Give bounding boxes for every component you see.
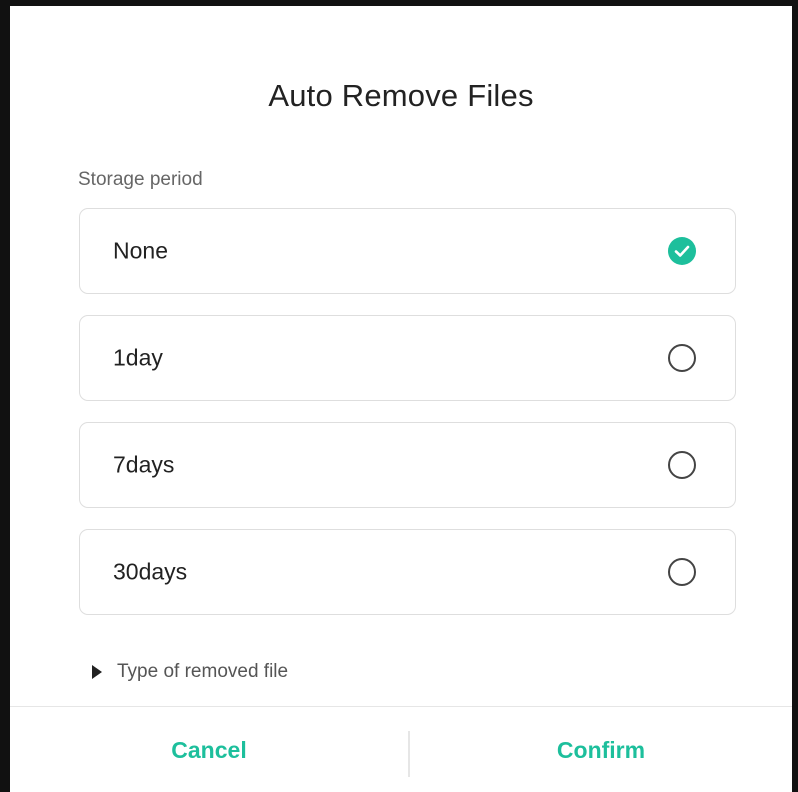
radio-unchecked-icon xyxy=(668,344,696,372)
radio-unchecked-icon xyxy=(668,451,696,479)
cancel-button[interactable]: Cancel xyxy=(10,707,408,792)
disclosure-label: Type of removed file xyxy=(117,661,289,682)
type-of-removed-file-toggle[interactable]: Type of removed file xyxy=(90,661,288,683)
option-label: 1day xyxy=(113,344,163,371)
radio-unchecked-icon xyxy=(668,558,696,586)
option-1day[interactable]: 1day xyxy=(79,315,736,401)
confirm-button[interactable]: Confirm xyxy=(410,707,792,792)
dialog-footer: Cancel Confirm xyxy=(10,706,792,792)
option-label: 7days xyxy=(113,451,175,478)
checked-circle-icon xyxy=(668,237,696,265)
option-label: None xyxy=(113,237,168,264)
dialog-title: Auto Remove Files xyxy=(268,78,534,113)
option-label: 30days xyxy=(113,558,188,585)
option-7days[interactable]: 7days xyxy=(79,422,736,508)
option-30days[interactable]: 30days xyxy=(79,529,736,615)
triangle-right-icon xyxy=(92,665,102,679)
option-none[interactable]: None xyxy=(79,208,736,294)
auto-remove-files-dialog: Auto Remove Files Storage period None 1d… xyxy=(0,0,798,792)
storage-period-label: Storage period xyxy=(78,169,203,190)
